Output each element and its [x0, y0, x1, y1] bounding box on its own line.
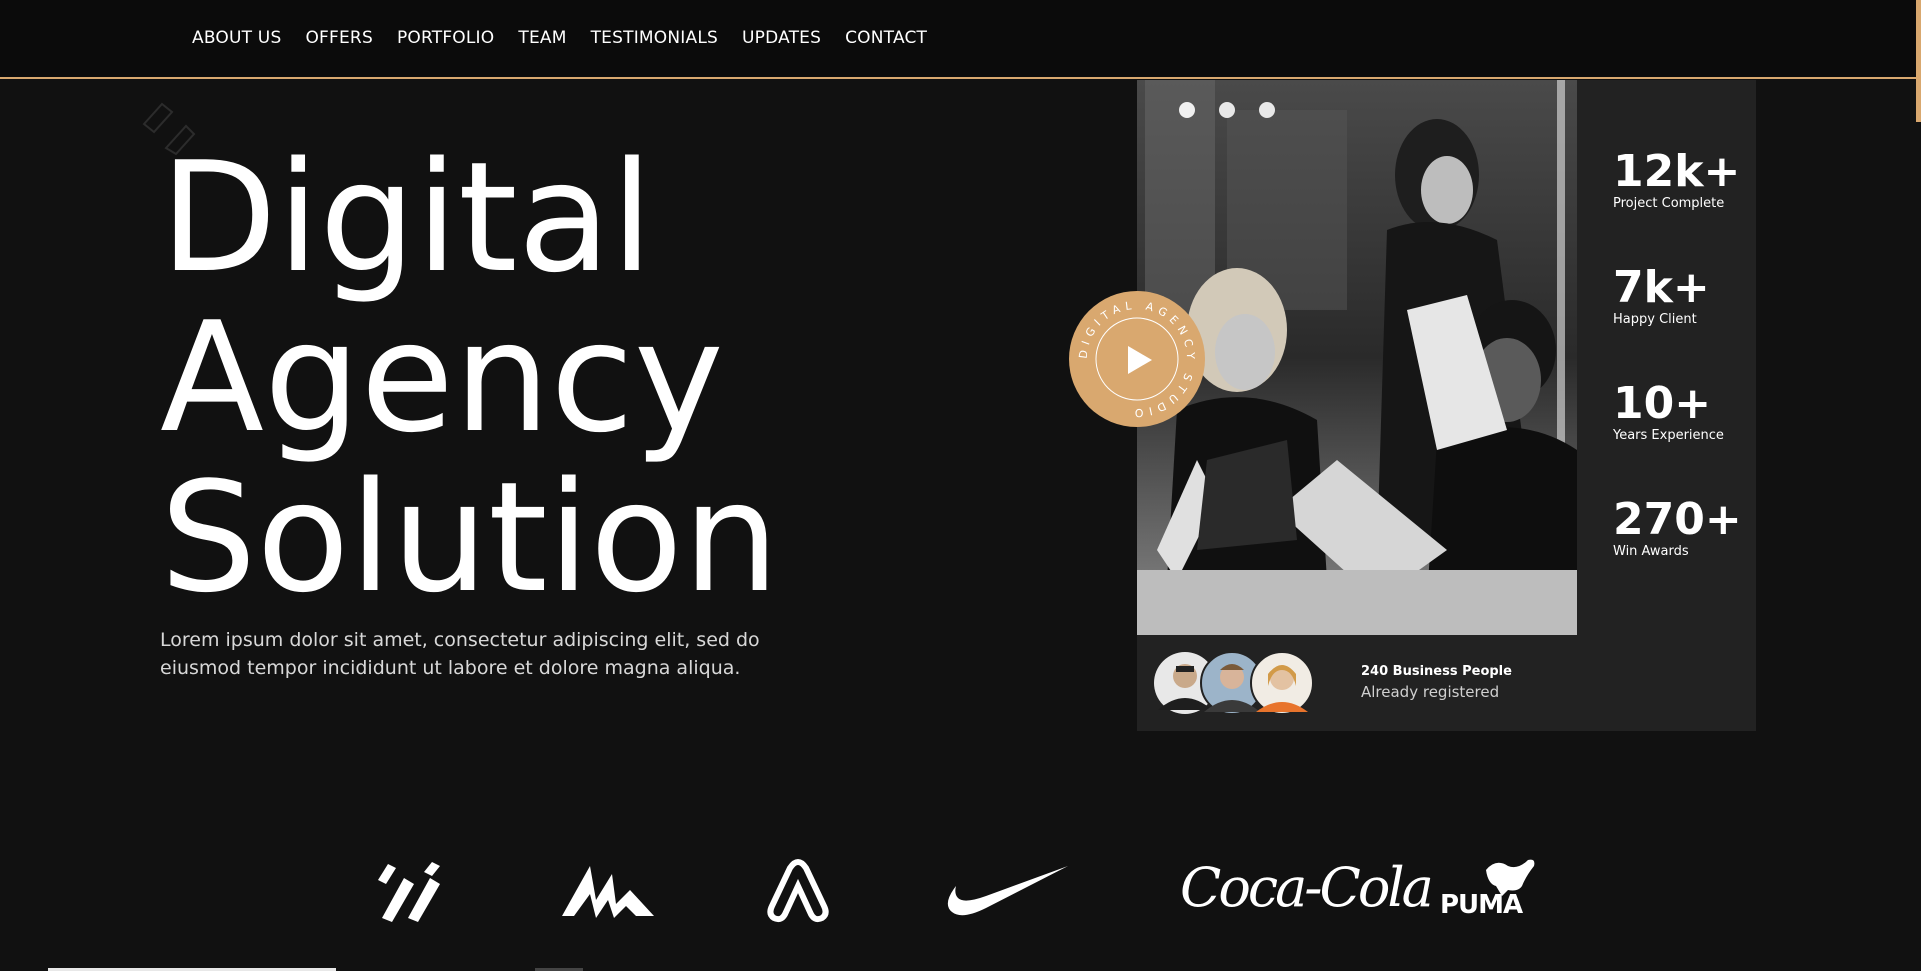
- hero-title-line-2: Agency: [160, 289, 724, 466]
- stat-value: 12k+: [1613, 146, 1741, 197]
- stats-list: 12k+ Project Complete 7k+ Happy Client 1…: [1613, 148, 1753, 612]
- brand-logo-3-icon: [767, 859, 829, 923]
- hero-title-line-1: Digital: [160, 129, 653, 306]
- coca-cola-logo: Coca-Cola: [1180, 856, 1434, 919]
- registered-count: 240 Business People: [1361, 664, 1512, 679]
- nav-item-offers[interactable]: OFFERS: [305, 28, 372, 48]
- stat-label: Years Experience: [1613, 428, 1724, 443]
- puma-wordmark: PUMA: [1440, 890, 1523, 920]
- nav-item-about-us[interactable]: ABOUT US: [192, 28, 281, 48]
- stat-item: 10+ Years Experience: [1613, 380, 1753, 496]
- brand-logo-2-icon: [562, 866, 654, 918]
- nav-menu: ABOUT US OFFERS PORTFOLIO TEAM TESTIMONI…: [192, 28, 951, 48]
- page-scrollbar[interactable]: [1916, 0, 1921, 971]
- registered-subtext: Already registered: [1361, 683, 1500, 701]
- hero-title-line-3: Solution: [160, 449, 780, 626]
- stat-value: 7k+: [1613, 262, 1710, 313]
- nav-item-portfolio[interactable]: PORTFOLIO: [397, 28, 494, 48]
- nike-logo-icon: [947, 866, 1068, 916]
- registered-avatars: [1154, 651, 1314, 715]
- nav-item-contact[interactable]: CONTACT: [845, 28, 927, 48]
- scrollbar-thumb[interactable]: [1916, 0, 1921, 122]
- stat-item: 270+ Win Awards: [1613, 496, 1753, 612]
- brand-logo-1-icon: [378, 862, 440, 922]
- stat-item: 12k+ Project Complete: [1613, 148, 1753, 264]
- stat-label: Win Awards: [1613, 544, 1689, 559]
- nav-item-team[interactable]: TEAM: [518, 28, 566, 48]
- stat-value: 10+: [1613, 378, 1712, 429]
- top-navbar: ABOUT US OFFERS PORTFOLIO TEAM TESTIMONI…: [0, 0, 1916, 79]
- nav-item-updates[interactable]: UPDATES: [742, 28, 821, 48]
- stat-value: 270+: [1613, 494, 1742, 545]
- stat-item: 7k+ Happy Client: [1613, 264, 1753, 380]
- hero-title: Digital Agency Solution: [160, 138, 779, 618]
- play-video-button[interactable]: DIGITAL AGENCY STUDIO: [1068, 290, 1206, 428]
- puma-logo: PUMA: [1438, 856, 1542, 922]
- stat-label: Happy Client: [1613, 312, 1697, 327]
- landing-page: ABOUT US OFFERS PORTFOLIO TEAM TESTIMONI…: [0, 0, 1921, 971]
- registered-info: 240 Business People Already registered: [1361, 663, 1512, 703]
- avatar: [1250, 651, 1314, 715]
- stat-label: Project Complete: [1613, 196, 1725, 211]
- nav-item-testimonials[interactable]: TESTIMONIALS: [591, 28, 718, 48]
- hero-description: Lorem ipsum dolor sit amet, consectetur …: [160, 629, 760, 679]
- client-logos-row: Coca-Cola PUMA: [0, 850, 1916, 950]
